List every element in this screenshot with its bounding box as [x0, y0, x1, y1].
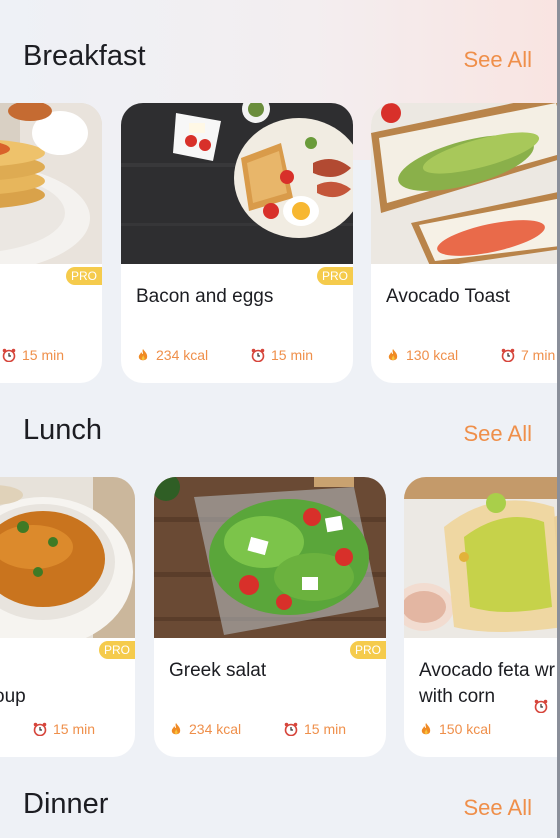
recipe-photo [154, 477, 386, 638]
cook-time-value: 15 min [53, 721, 96, 737]
recipe-name: Greek salat [169, 660, 267, 681]
recipe-photo [371, 103, 560, 264]
recipe-name: Avocado Toast [386, 286, 510, 307]
recipe-name: ntil & squash soup [0, 686, 26, 707]
section-title-lunch: Lunch [23, 414, 103, 446]
fire-icon [388, 349, 398, 361]
recipe-photo [0, 477, 135, 638]
pro-badge: PRO [317, 267, 353, 285]
cook-time: 15 min [2, 347, 64, 363]
alarm-clock-icon [33, 722, 47, 736]
see-all-lunch-link[interactable]: See All [464, 421, 533, 447]
section-title-breakfast: Breakfast [23, 40, 146, 72]
calories: 130 kcal [386, 347, 458, 363]
calories: 150 kcal [419, 721, 491, 737]
recipe-card-crepes[interactable]: PRO es 15 min [0, 103, 102, 383]
recipe-card-squash-soup[interactable]: PRO ntil & squash soup 15 min [0, 477, 135, 757]
recipe-card-avocado-toast[interactable]: Avocado Toast 130 kcal 7 min [371, 103, 560, 383]
lunch-carousel[interactable]: PRO ntil & squash soup 15 min [0, 477, 560, 762]
cook-time-value: 15 min [22, 347, 65, 363]
breakfast-carousel[interactable]: PRO es 15 min [0, 103, 560, 388]
calories-value: 234 kcal [156, 347, 209, 363]
recipe-card-avocado-feta-wrap[interactable]: Avocado feta wr with corn 150 kcal [404, 477, 560, 757]
recipe-photo [0, 103, 102, 264]
calories: 234 kcal [136, 347, 208, 363]
cook-time: 15 min [251, 347, 313, 363]
alarm-clock-icon [501, 348, 515, 362]
cook-time: 15 min [33, 721, 95, 737]
section-title-dinner: Dinner [23, 788, 109, 820]
alarm-clock-icon [534, 699, 548, 713]
recipe-photo [121, 103, 353, 264]
calories: 234 kcal [169, 721, 241, 737]
calories-value: 150 kcal [439, 721, 492, 737]
cook-time-value: 15 min [304, 721, 347, 737]
see-all-breakfast-link[interactable]: See All [464, 47, 533, 73]
alarm-clock-icon [251, 348, 265, 362]
alarm-clock-icon [284, 722, 298, 736]
cook-time: 7 min [501, 347, 555, 363]
alarm-clock-icon [2, 348, 16, 362]
recipe-name: es [0, 284, 102, 310]
cook-time-value: 7 min [521, 347, 556, 363]
fire-icon [421, 723, 431, 735]
fire-icon [138, 349, 148, 361]
pro-badge: PRO [66, 267, 102, 285]
recipe-card-greek-salat[interactable]: PRO Greek salat 234 kcal 15 min [154, 477, 386, 757]
recipe-photo [404, 477, 560, 638]
calories-value: 130 kcal [406, 347, 459, 363]
pro-badge: PRO [99, 641, 135, 659]
fire-icon [171, 723, 181, 735]
recipe-name: Bacon and eggs [136, 286, 274, 307]
recipe-card-bacon-and-eggs[interactable]: PRO Bacon and eggs 234 kcal 15 min [121, 103, 353, 383]
see-all-dinner-link[interactable]: See All [464, 795, 533, 821]
pro-badge: PRO [350, 641, 386, 659]
calories-value: 234 kcal [189, 721, 242, 737]
cook-time: 15 min [284, 721, 346, 737]
cook-time-value: 15 min [271, 347, 314, 363]
